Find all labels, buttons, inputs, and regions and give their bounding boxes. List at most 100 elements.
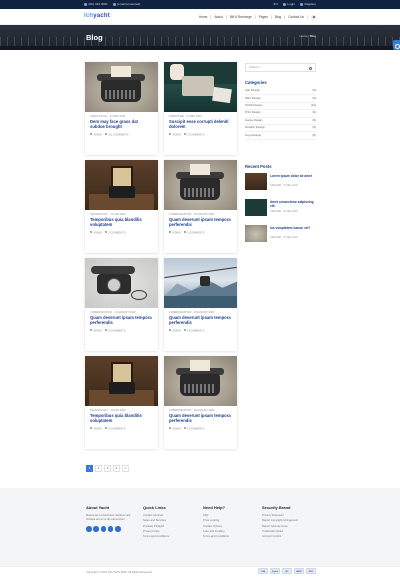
post-title[interactable]: Quam deserunt ipsam tempora perferendis xyxy=(169,413,232,423)
category-item[interactable]: Web Design (9) xyxy=(245,95,316,103)
twitter-icon[interactable] xyxy=(93,526,99,532)
phone-contact[interactable]: (00) 444 0001 xyxy=(84,2,108,6)
main-nav: Home About Bill & Recharge Pages Blog Co… xyxy=(196,14,316,20)
paypal-icon: PayPal xyxy=(270,568,280,574)
category-item[interactable]: Game Design (9) xyxy=(245,118,316,125)
nav-home[interactable]: Home xyxy=(196,14,212,20)
post-footer: ADMIN 0 COMMENTS xyxy=(169,328,204,333)
search-icon[interactable] xyxy=(309,66,312,70)
post-title[interactable]: Quam deserunt ipsam tempora perferendis xyxy=(169,217,232,227)
footer-link[interactable]: Account Control xyxy=(262,535,298,540)
nav-about[interactable]: About xyxy=(211,14,227,20)
payment-methods: VISA PayPal MC AMEX DISC xyxy=(258,568,316,574)
footer-about: About Yacht Maecenas consectetuer dapibu… xyxy=(86,505,136,532)
post-image[interactable] xyxy=(85,258,158,308)
facebook-icon[interactable] xyxy=(86,526,92,532)
post-meta: TECHNOLOGY · 10 JAN 2023 xyxy=(90,212,126,216)
post-image[interactable] xyxy=(85,62,158,112)
post-image[interactable] xyxy=(85,160,158,210)
footer-bottom-bar xyxy=(0,566,400,579)
settings-gear-icon[interactable] xyxy=(393,40,400,50)
comment-icon xyxy=(183,426,187,429)
post-title[interactable]: Temporibus quia blanditis voluptatem xyxy=(90,413,153,423)
post-meta: COMMUNICATION · 10 AUGUST 2023 xyxy=(169,212,215,216)
next-page[interactable]: » xyxy=(122,465,129,472)
nav-pages[interactable]: Pages xyxy=(256,14,272,20)
post-title[interactable]: Suscipit esse corrupti deleniti dolorem xyxy=(169,119,232,129)
phone-icon xyxy=(84,3,87,7)
login-link[interactable]: Login xyxy=(282,2,295,6)
recent-post-thumb[interactable] xyxy=(245,199,267,216)
nav-contact[interactable]: Contact Us xyxy=(285,14,308,20)
post-title[interactable]: Quam deserunt ipsam tempora perferendis xyxy=(169,315,232,325)
post-image[interactable] xyxy=(85,356,158,406)
post-meta: COMMUNICATION · 10 AUGUST 2023 xyxy=(90,310,136,314)
site-header: Ichyacht Home About Bill & Recharge Page… xyxy=(0,9,400,25)
recent-post-item[interactable]: Amet consectetur adipiscing elit. CREATE… xyxy=(245,199,316,217)
recent-post-item[interactable]: Lorem ipsum dolor sit amet CREATED · 07 … xyxy=(245,173,316,191)
account-icon[interactable] xyxy=(311,14,316,20)
post-image[interactable] xyxy=(164,258,237,308)
page-4[interactable]: 4 xyxy=(113,465,120,472)
category-item[interactable]: Graphic Design (9) xyxy=(245,125,316,133)
post-footer: ADMIN ALL COMMENTS xyxy=(90,132,129,137)
post-meta: COMMUNICATION · 10 AUGUST 2023 xyxy=(169,408,215,412)
post-card[interactable]: COMMUNICATION · 10 AUGUST 2023 Quam dese… xyxy=(85,258,158,351)
post-image[interactable] xyxy=(164,160,237,210)
comment-icon xyxy=(104,132,108,135)
youtube-icon[interactable] xyxy=(115,526,121,532)
breadcrumb-current: Blog xyxy=(309,34,316,38)
nav-blog[interactable]: Blog xyxy=(272,14,286,20)
email-contact[interactable]: [email protected] xyxy=(112,2,140,6)
recent-post-item[interactable]: Ius voluptatem harum vel? CREATED · 07 D… xyxy=(245,225,316,243)
amex-icon: AMEX xyxy=(294,568,304,574)
discover-icon: DISC xyxy=(306,568,316,574)
footer-link[interactable]: Terms and Conditions xyxy=(203,535,229,540)
recent-post-thumb[interactable] xyxy=(245,173,267,190)
search-input[interactable]: Search... xyxy=(245,63,316,72)
post-meta: FURNITURE · 11 DEC 2023 xyxy=(169,114,202,118)
comment-icon xyxy=(183,132,187,135)
post-card[interactable]: TECHNOLOGY · 10 JAN 2023 Temporibus quia… xyxy=(85,356,158,449)
post-card[interactable]: TECHNOLOGY · 10 JAN 2023 Temporibus quia… xyxy=(85,160,158,253)
site-logo[interactable]: Ichyacht xyxy=(84,13,110,21)
category-item[interactable]: App Design (9) xyxy=(245,88,316,96)
post-title[interactable]: Temporibus quia blanditis voluptatem xyxy=(90,217,153,227)
footer-help: Need Help? FAQ Price Looking Contact Opt… xyxy=(203,505,229,540)
recent-post-thumb[interactable] xyxy=(245,225,267,242)
post-image[interactable] xyxy=(164,356,237,406)
post-title[interactable]: Quam deserunt ipsam tempora perferendis xyxy=(90,315,153,325)
comment-icon xyxy=(183,230,187,233)
post-title[interactable]: Dem may face grass dat subdue brought xyxy=(90,119,153,129)
nav-bill-recharge[interactable]: Bill & Recharge xyxy=(227,14,256,20)
register-link[interactable]: Register xyxy=(299,2,316,6)
instagram-icon[interactable] xyxy=(107,526,114,532)
post-footer: ADMIN 0 COMMENTS xyxy=(90,328,125,333)
post-card[interactable]: COMMUNICATION · 10 AUGUST 2023 Quam dese… xyxy=(164,258,237,351)
site-footer xyxy=(0,488,400,568)
post-image[interactable] xyxy=(164,62,237,112)
breadcrumb: Home / Blog xyxy=(299,34,316,38)
category-item[interactable]: UI/UX Design (13) xyxy=(245,103,316,111)
post-card[interactable]: FURNITURE · 11 DEC 2023 Suscipit esse co… xyxy=(164,62,237,155)
post-card[interactable]: COMMUNICATION · 10 AUGUST 2023 Quam dese… xyxy=(164,356,237,449)
page-3[interactable]: 3 xyxy=(104,465,111,472)
footer-quick-links: Quick Links Contact Services Sales and S… xyxy=(143,505,169,540)
post-footer: ADMIN 0 COMMENTS xyxy=(90,426,125,431)
currency-select[interactable]: $ ▾ xyxy=(274,2,278,6)
categories-title: Categories xyxy=(245,80,267,85)
post-card[interactable]: LEWIS GOYAL · 07 DEC 2023 Dem may face g… xyxy=(85,62,158,155)
post-footer: ADMIN 0 COMMENTS xyxy=(90,230,125,235)
post-meta: TECHNOLOGY · 10 JAN 2023 xyxy=(90,408,126,412)
post-footer: ADMIN 0 COMMENTS xyxy=(169,230,204,235)
page-2[interactable]: 2 xyxy=(95,465,102,472)
top-bar: (00) 444 0001 [email protected] $ ▾ Logi… xyxy=(0,0,400,9)
category-item[interactable]: Print Design (9) xyxy=(245,110,316,118)
footer-link[interactable]: Terms and Conditions xyxy=(143,535,169,540)
linkedin-icon[interactable] xyxy=(100,526,107,532)
post-card[interactable]: COMMUNICATION · 10 AUGUST 2023 Quam dese… xyxy=(164,160,237,253)
comment-icon xyxy=(104,230,108,233)
page-1[interactable]: 1 xyxy=(86,465,93,472)
comment-icon xyxy=(104,426,108,429)
category-item[interactable]: Logo Design (9) xyxy=(245,132,316,140)
